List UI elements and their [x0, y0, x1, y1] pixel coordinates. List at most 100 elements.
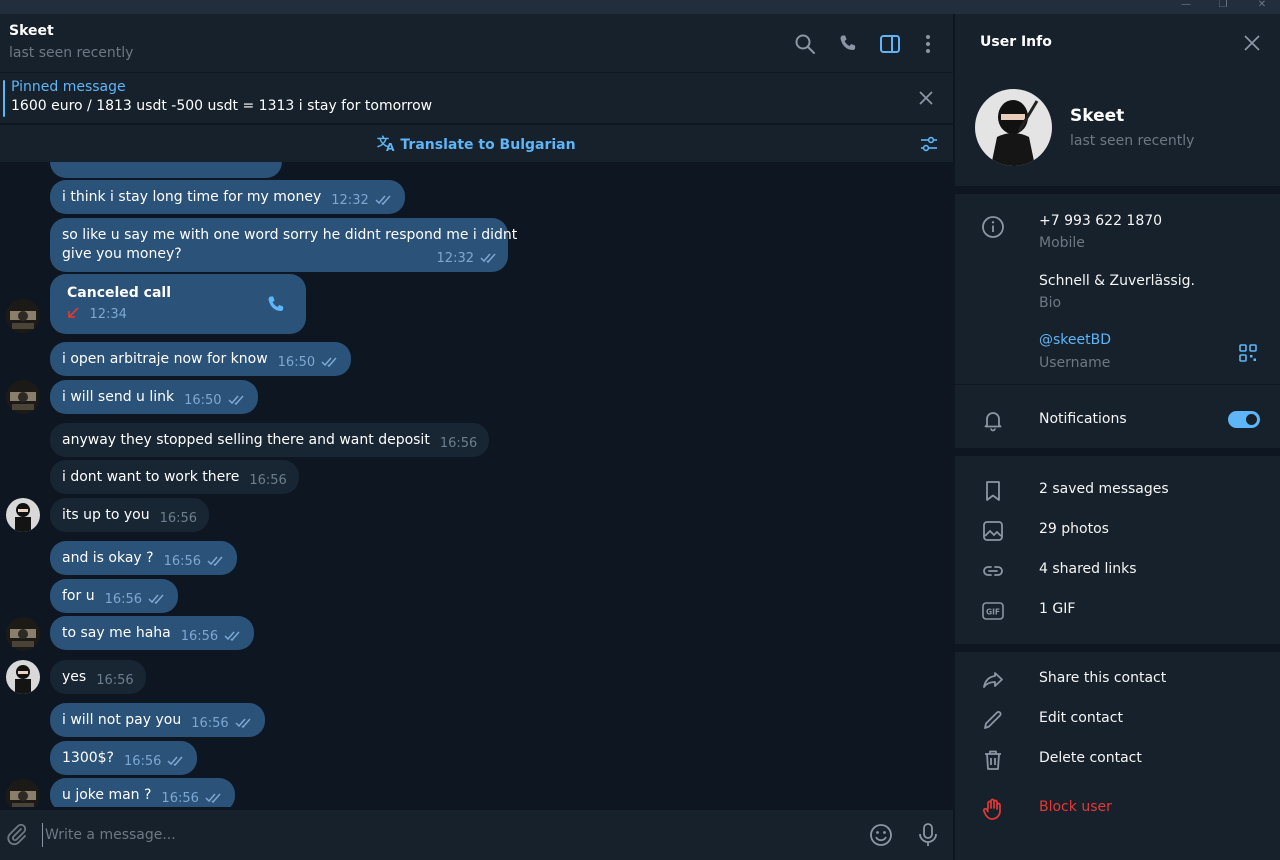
message-time: 16:56 — [439, 436, 478, 451]
chat-panel: Skeet last seen recently Pinned message … — [0, 14, 953, 860]
message-bubble[interactable]: u joke man ? 16:56 — [50, 778, 235, 807]
message-text: for u — [62, 588, 95, 604]
message-text: anyway they stopped selling there and wa… — [62, 432, 430, 448]
message-bubble[interactable]: i dont want to work there 16:56 — [50, 460, 299, 494]
window-minimize-button[interactable]: — — [1166, 0, 1206, 14]
edit-contact-button[interactable]: Edit contact — [1039, 710, 1123, 726]
svg-text:A: A — [386, 141, 395, 152]
gif-icon: GIF — [982, 602, 1004, 620]
microphone-icon[interactable] — [916, 821, 940, 849]
message-bubble[interactable]: i will send u link 16:50 — [50, 380, 258, 414]
photos-link[interactable]: 29 photos — [1039, 521, 1109, 537]
message-time: 12:32 — [436, 251, 474, 266]
share-icon — [983, 672, 1003, 688]
username-label: Username — [1039, 355, 1111, 371]
profile-name: Skeet — [1070, 106, 1125, 126]
read-checkmark-icon — [228, 395, 244, 405]
message-bubble[interactable]: so like u say me with one word sorry he … — [50, 218, 518, 272]
saved-messages-link[interactable]: 2 saved messages — [1039, 481, 1169, 497]
avatar[interactable] — [6, 299, 40, 333]
pencil-icon — [984, 711, 1002, 729]
message-text: i will send u link — [62, 389, 175, 405]
translate-icon: 文 A — [377, 134, 395, 154]
notifications-toggle[interactable] — [1228, 411, 1260, 428]
read-checkmark-icon — [205, 793, 221, 803]
search-icon[interactable] — [793, 32, 817, 56]
message-text: yes — [62, 669, 87, 685]
shared-links-link[interactable]: 4 shared links — [1039, 561, 1137, 577]
read-checkmark-icon — [148, 594, 164, 604]
message-time: 16:50 — [184, 393, 222, 408]
phone-call-icon[interactable] — [836, 32, 860, 56]
message-time: 12:34 — [89, 307, 127, 322]
avatar[interactable] — [6, 380, 40, 414]
phone-icon[interactable] — [264, 293, 288, 317]
message-bubble[interactable]: i think i stay long time for my money 12:… — [50, 180, 405, 214]
attach-icon[interactable] — [5, 822, 29, 846]
bio-text[interactable]: Schnell & Zuverlässig. — [1039, 273, 1195, 289]
info-icon — [982, 216, 1004, 238]
message-time: 16:56 — [104, 592, 143, 607]
chat-header[interactable]: Skeet last seen recently — [0, 14, 953, 72]
username[interactable]: @skeetBD — [1039, 332, 1111, 348]
message-text: u joke man ? — [62, 787, 152, 803]
panel-title: User Info — [980, 34, 1052, 50]
row-divider — [955, 384, 1280, 385]
emoji-icon[interactable] — [868, 822, 894, 848]
more-options-icon[interactable] — [916, 32, 940, 56]
call-bubble[interactable]: Canceled call 12:34 — [50, 274, 306, 334]
contact-avatar[interactable] — [6, 498, 40, 532]
window-close-button[interactable]: ✕ — [1242, 0, 1280, 14]
pinned-message-bar[interactable]: Pinned message 1600 euro / 1813 usdt -50… — [0, 72, 953, 123]
profile-photo[interactable] — [975, 89, 1052, 166]
translate-button[interactable]: 文 A Translate to Bulgarian — [0, 134, 953, 154]
translate-settings-icon[interactable] — [919, 134, 939, 154]
message-composer — [0, 810, 953, 860]
window-maximize-button[interactable]: ❐ — [1203, 0, 1243, 14]
message-text: 1300$? — [62, 750, 114, 766]
share-contact-button[interactable]: Share this contact — [1039, 670, 1166, 686]
window-titlebar: — ❐ ✕ — [0, 0, 1280, 14]
gif-link[interactable]: 1 GIF — [1039, 601, 1075, 617]
block-user-button[interactable]: Block user — [1039, 799, 1112, 815]
message-time: 16:56 — [163, 554, 202, 569]
message-bubble[interactable]: for u 16:56 — [50, 579, 179, 613]
bookmark-icon — [986, 481, 1000, 501]
phone-label: Mobile — [1039, 235, 1085, 251]
delete-contact-button[interactable]: Delete contact — [1039, 750, 1142, 766]
message-bubble[interactable]: and is okay ? 16:56 — [50, 541, 238, 575]
read-checkmark-icon — [375, 195, 391, 205]
message-time: 12:32 — [331, 193, 369, 208]
message-bubble[interactable]: i open arbitraje now for know 16:50 — [50, 342, 352, 376]
message-bubble[interactable]: to say me haha 16:56 — [50, 616, 255, 650]
message-bubble[interactable]: 1300$? 16:56 — [50, 741, 198, 775]
close-icon[interactable] — [1243, 34, 1261, 52]
pinned-indicator — [3, 80, 5, 117]
toggle-info-panel-icon[interactable] — [878, 32, 902, 56]
message-input[interactable] — [42, 823, 822, 847]
read-checkmark-icon — [207, 556, 223, 566]
message-bubble[interactable]: anyway they stopped selling there and wa… — [50, 423, 490, 457]
message-text: i open arbitraje now for know — [62, 351, 268, 367]
chat-title[interactable]: Skeet — [9, 23, 54, 39]
message-bubble[interactable]: its up to you 16:56 — [50, 498, 210, 532]
close-icon[interactable] — [917, 89, 935, 107]
message-time: 16:56 — [191, 716, 229, 731]
message-bubble[interactable]: yes 16:56 — [50, 660, 146, 694]
svg-text:GIF: GIF — [986, 608, 1000, 617]
message-list[interactable]: i think i stay long time for my money 12:… — [0, 162, 953, 807]
message-text: so like u say me with one word sorry he … — [62, 227, 518, 243]
pinned-text: 1600 euro / 1813 usdt -500 usdt = 1313 i… — [11, 98, 433, 114]
photo-icon — [983, 521, 1003, 541]
user-info-panel: User Info Skeet last seen recently +7 99… — [954, 14, 1280, 860]
contact-avatar[interactable] — [6, 660, 40, 694]
message-bubble-partial[interactable] — [50, 162, 282, 178]
avatar[interactable] — [6, 617, 40, 651]
qr-code-icon[interactable] — [1238, 343, 1258, 363]
phone-number[interactable]: +7 993 622 1870 — [1039, 213, 1162, 229]
section-divider — [955, 644, 1280, 652]
message-time: 16:56 — [159, 511, 198, 526]
message-bubble[interactable]: i will not pay you 16:56 — [50, 703, 265, 737]
read-checkmark-icon — [224, 631, 240, 641]
avatar[interactable] — [6, 779, 40, 807]
